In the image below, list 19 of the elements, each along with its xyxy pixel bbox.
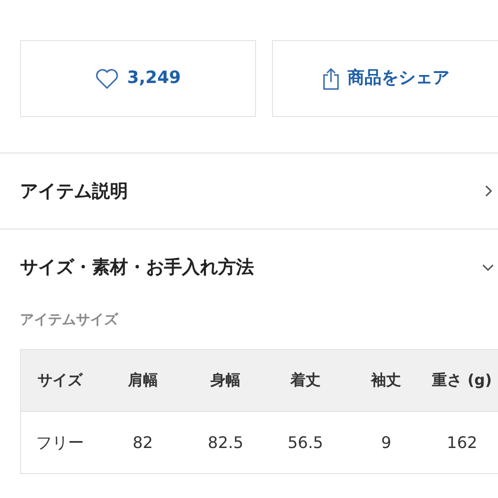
column-header: 袖丈 xyxy=(370,370,402,392)
column-header: 身幅 xyxy=(210,370,242,392)
share-button[interactable]: 商品をシェア xyxy=(272,40,498,117)
table-cell-text: 82 xyxy=(132,432,154,454)
section-subtitle: アイテムサイズ xyxy=(19,311,120,330)
column-header: サイズ xyxy=(36,370,84,392)
favorite-button[interactable]: 3,249 xyxy=(20,40,256,117)
column-header: 着丈 xyxy=(289,370,322,392)
table-cell-text: 162 xyxy=(446,432,478,454)
share-icon xyxy=(322,66,340,90)
table-cell-text: フリー xyxy=(34,432,85,454)
table-cell-text: 9 xyxy=(380,432,392,454)
heart-icon xyxy=(95,68,120,90)
table-cell-text: 56.5 xyxy=(286,432,324,454)
column-header: 重さ (g) xyxy=(431,370,493,392)
accordion-header[interactable]: アイテム説明 xyxy=(20,178,128,204)
accordion-header[interactable]: サイズ・素材・お手入れ方法 xyxy=(20,254,254,280)
table-cell-text: 82.5 xyxy=(206,432,244,454)
column-header: 肩幅 xyxy=(126,370,159,392)
